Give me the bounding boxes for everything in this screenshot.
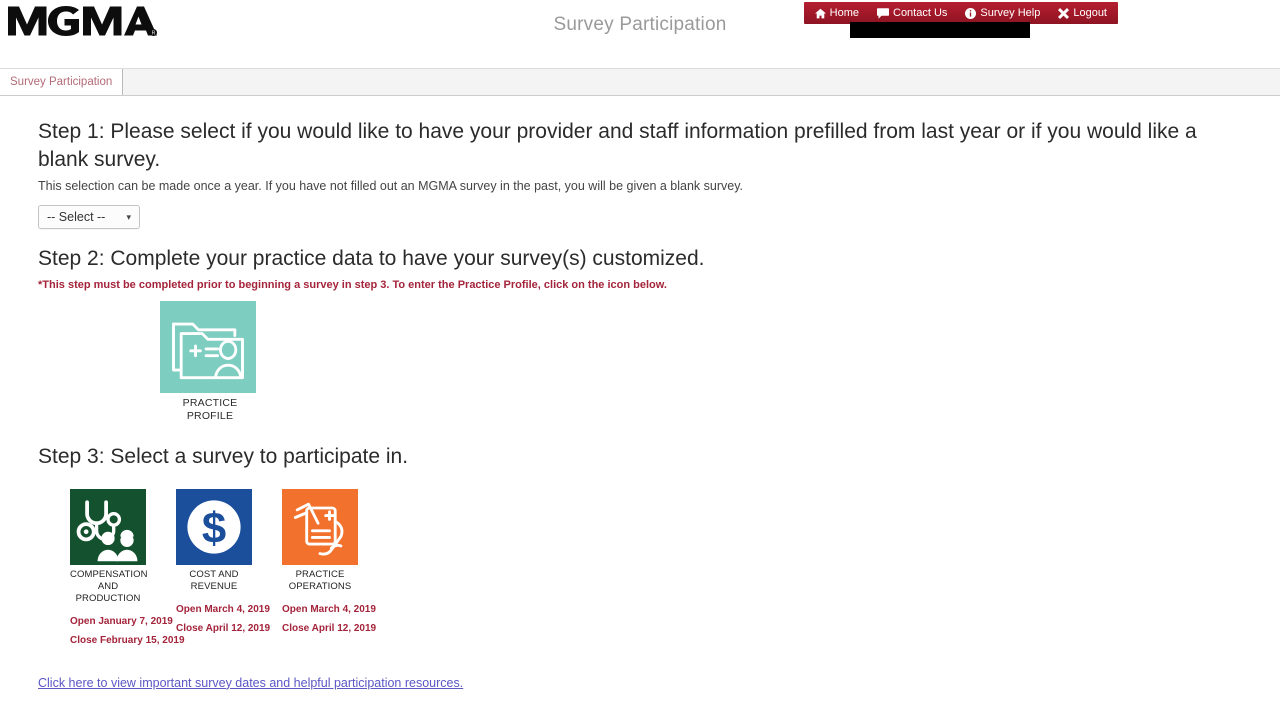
close-x-icon <box>1058 7 1070 19</box>
tab-strip-filler <box>123 69 1280 95</box>
survey-name-cost-revenue-line2: REVENUE <box>190 581 238 592</box>
survey-name-cost-revenue-line1: COST AND <box>189 569 239 581</box>
survey-name-compensation-line2: AND PRODUCTION <box>75 581 141 604</box>
survey-card-compensation: COMPENSATION AND PRODUCTION Open January… <box>70 489 185 646</box>
practice-profile-caption-line2: PROFILE <box>186 410 234 423</box>
survey-close-date-practice-operations: Close April 12, 2019 <box>282 622 377 634</box>
survey-open-date-practice-operations: Open March 4, 2019 <box>282 603 376 615</box>
survey-card-cost-revenue: $ COST AND REVENUE Open March 4, 2019 Cl… <box>176 489 271 646</box>
survey-close-date-compensation: Close February 15, 2019 <box>70 634 185 646</box>
step1-heading: Step 1: Please select if you would like … <box>38 120 1197 171</box>
info-icon <box>965 7 977 19</box>
tab-survey-participation-label: Survey Participation <box>10 76 113 88</box>
survey-tile-cost-revenue[interactable]: $ <box>176 489 252 566</box>
nav-item-logout-label: Logout <box>1073 6 1107 19</box>
practice-profile-caption: PRACTICE PROFILE <box>160 397 260 423</box>
nav-item-survey-help[interactable]: Survey Help <box>956 4 1049 23</box>
survey-name-practice-operations-line1: PRACTICE <box>295 569 345 581</box>
survey-name-practice-operations-line2: OPERATIONS <box>288 581 352 592</box>
survey-card-practice-operations: PRACTICE OPERATIONS Open March 4, 2019 C… <box>282 489 377 646</box>
dollar-circle-icon: $ <box>187 500 241 554</box>
nav-item-home-label: Home <box>829 6 859 19</box>
tab-strip: Survey Participation <box>0 68 1280 96</box>
survey-tile-compensation[interactable] <box>70 489 146 566</box>
practice-profile-caption-line1: PRACTICE <box>182 397 238 410</box>
top-navigation: Home Contact Us Survey Help Logout <box>803 2 1118 24</box>
tab-survey-participation[interactable]: Survey Participation <box>0 69 124 95</box>
chevron-down-icon: ▾ <box>126 211 131 222</box>
survey-dates-practice-operations: Open March 4, 2019 Close April 12, 2019 <box>282 604 377 634</box>
survey-dates-compensation: Open January 7, 2019 Close February 15, … <box>70 616 185 646</box>
survey-name-compensation: COMPENSATION AND PRODUCTION <box>70 569 148 605</box>
survey-close-date-cost-revenue: Close April 12, 2019 <box>176 622 271 634</box>
survey-name-practice-operations: PRACTICE OPERATIONS <box>282 569 358 593</box>
main-content: Step 1: Please select if you would like … <box>0 96 1280 692</box>
svg-text:$: $ <box>202 504 226 553</box>
header-placeholder-bar <box>850 22 1030 38</box>
practice-profile-tile[interactable] <box>160 301 256 394</box>
page-header: R Survey Participation Home Contact Us S… <box>0 0 1280 68</box>
survey-tile-practice-operations[interactable] <box>282 489 358 566</box>
nav-item-home[interactable]: Home <box>806 4 868 23</box>
step3-heading: Step 3: Select a survey to participate i… <box>38 445 409 469</box>
survey-open-date-cost-revenue: Open March 4, 2019 <box>176 603 270 615</box>
survey-name-compensation-line1: COMPENSATION <box>70 569 148 581</box>
step2-block: Step 2: Complete your practice data to h… <box>38 245 1242 423</box>
nav-item-survey-help-label: Survey Help <box>980 6 1041 19</box>
home-icon <box>814 8 826 19</box>
step1-subtext: This selection can be made once a year. … <box>38 179 744 194</box>
step2-note: *This step must be completed prior to be… <box>38 279 667 292</box>
prefill-select-value: -- Select -- <box>47 210 106 225</box>
nav-item-contact-us-label: Contact Us <box>893 6 948 19</box>
survey-open-date-compensation: Open January 7, 2019 <box>70 615 173 627</box>
survey-tile-row: COMPENSATION AND PRODUCTION Open January… <box>38 489 1242 646</box>
nav-item-logout[interactable]: Logout <box>1049 4 1116 23</box>
comment-icon <box>877 7 889 19</box>
survey-name-cost-revenue: COST AND REVENUE <box>176 569 252 593</box>
step2-heading: Step 2: Complete your practice data to h… <box>38 247 705 271</box>
nav-item-contact-us[interactable]: Contact Us <box>868 4 956 23</box>
practice-profile-tile-wrap: PRACTICE PROFILE <box>160 301 260 423</box>
survey-dates-resources-link[interactable]: Click here to view important survey date… <box>38 676 463 690</box>
survey-dates-cost-revenue: Open March 4, 2019 Close April 12, 2019 <box>176 604 271 634</box>
prefill-select[interactable]: -- Select -- ▾ <box>38 205 140 230</box>
